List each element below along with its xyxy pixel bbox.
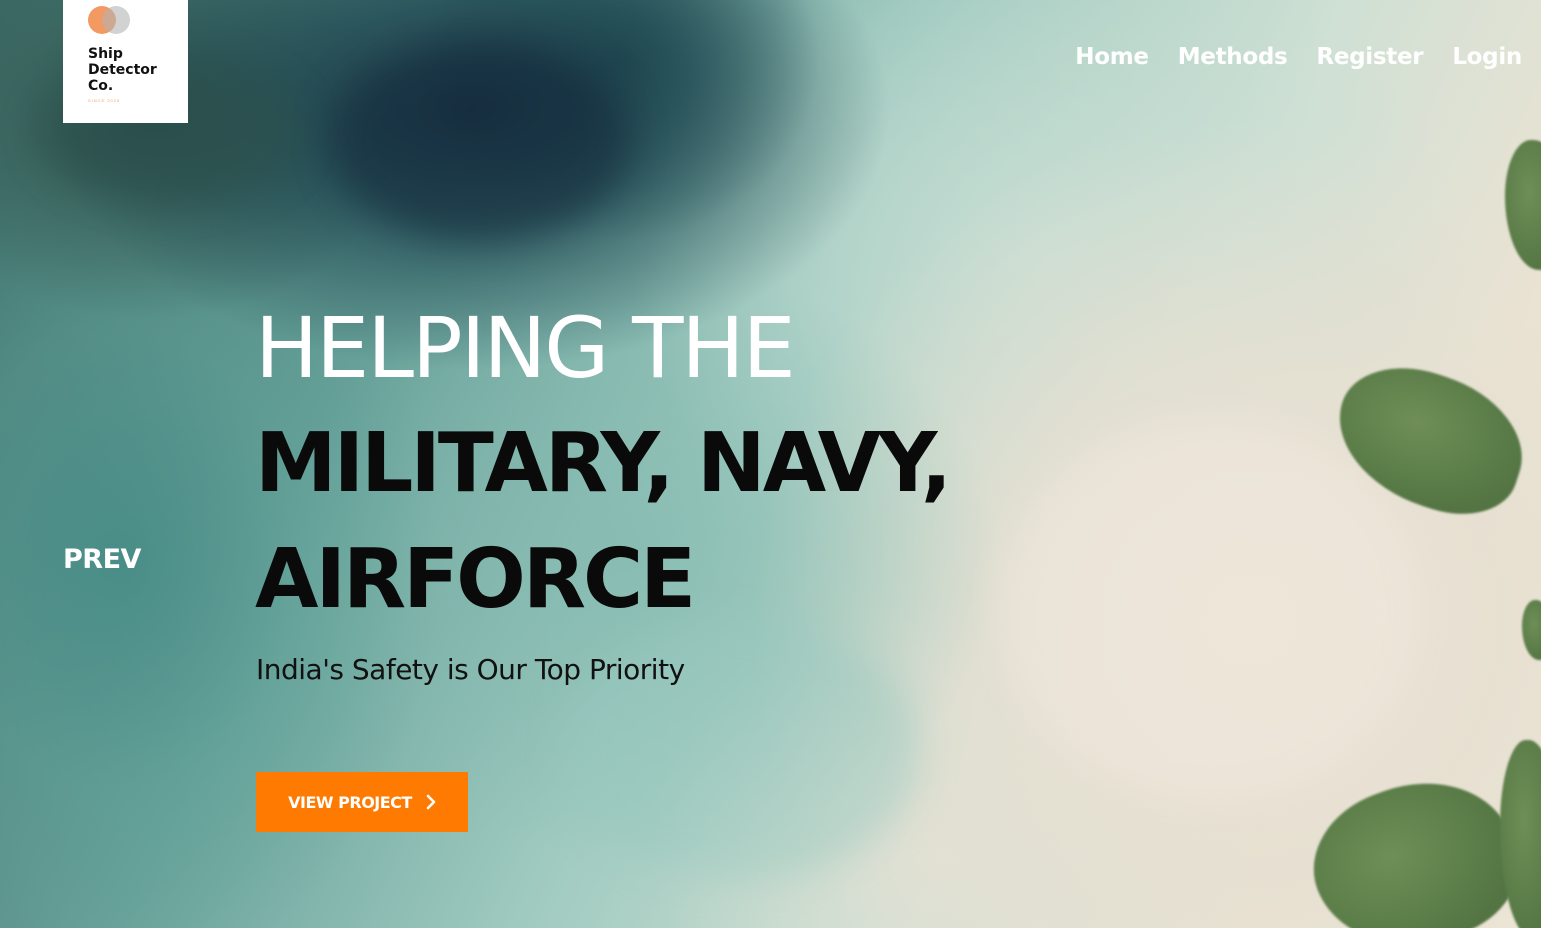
slider-prev-button[interactable]: PREV bbox=[63, 544, 141, 575]
island-shape bbox=[1505, 140, 1541, 270]
hero-heading-line2: MILITARY, NAVY, bbox=[255, 416, 952, 511]
hero-subtitle: India's Safety is Our Top Priority bbox=[256, 653, 685, 686]
nav-item-login[interactable]: Login bbox=[1452, 44, 1522, 70]
nav-item-register[interactable]: Register bbox=[1316, 44, 1423, 70]
nav-item-methods[interactable]: Methods bbox=[1178, 44, 1288, 70]
main-nav: Home Methods Register Login bbox=[1075, 44, 1522, 70]
background-swirl bbox=[1000, 420, 1420, 800]
island-shape bbox=[1522, 600, 1541, 660]
background-swirl bbox=[330, 40, 630, 240]
nav-item-home[interactable]: Home bbox=[1075, 44, 1149, 70]
logo-circles-icon bbox=[88, 6, 138, 36]
view-project-label: VIEW PROJECT bbox=[288, 792, 412, 812]
logo-text: Ship Detector Co. bbox=[88, 46, 157, 94]
view-project-button[interactable]: VIEW PROJECT bbox=[256, 772, 468, 832]
chevron-right-icon bbox=[426, 794, 436, 810]
hero-heading-line1: HELPING THE bbox=[255, 299, 796, 397]
company-logo[interactable]: Ship Detector Co. SINCE 2020 bbox=[63, 0, 188, 123]
hero-heading-line3: AIRFORCE bbox=[255, 532, 696, 627]
logo-since: SINCE 2020 bbox=[88, 98, 121, 103]
